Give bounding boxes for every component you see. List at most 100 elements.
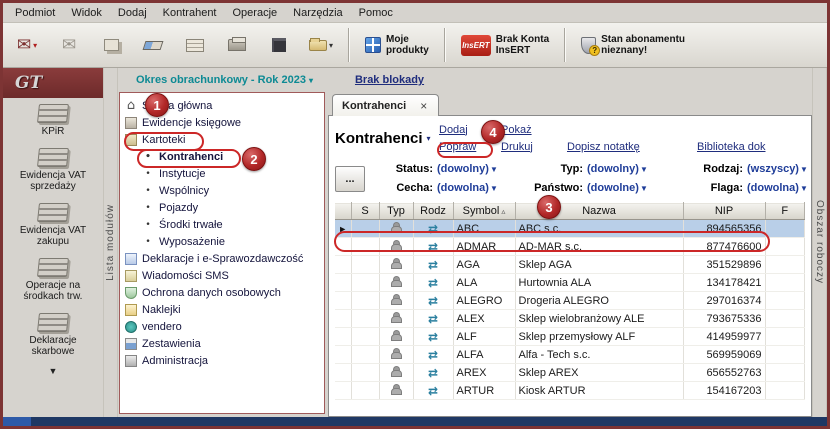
- chevron-down-icon[interactable]: ▼: [640, 184, 648, 193]
- tree-item-strona-glowna[interactable]: ⌂ Strona główna: [120, 97, 324, 114]
- link-pokaz[interactable]: Pokaż: [501, 124, 567, 136]
- tree-item-administracja[interactable]: Administracja: [120, 352, 324, 369]
- tree-item-naklejki[interactable]: Naklejki: [120, 301, 324, 318]
- filter-cecha[interactable]: Cecha:(dowolna)▼: [377, 182, 527, 194]
- copy-button[interactable]: [91, 26, 131, 64]
- tree-item-srodki-trwale[interactable]: • Środki trwałe: [120, 216, 324, 233]
- okres-obrachunkowy-link[interactable]: Okres obrachunkowy - Rok 2023 ▾: [136, 74, 313, 86]
- mail-button[interactable]: ✉: [49, 26, 89, 64]
- cell-nip: 297016374: [683, 292, 765, 310]
- link-drukuj[interactable]: Drukuj: [501, 141, 567, 153]
- tree-item-pojazdy[interactable]: • Pojazdy: [120, 199, 324, 216]
- column-typ[interactable]: Typ: [379, 203, 413, 220]
- module-deklaracje-skarbowe[interactable]: Deklaracje skarbowe: [5, 307, 101, 362]
- tree-item-wspolnicy[interactable]: • Wspólnicy: [120, 182, 324, 199]
- lista-modulow-label: Lista modułów: [105, 204, 116, 281]
- chevron-down-icon[interactable]: ▼: [800, 184, 808, 193]
- column-nazwa[interactable]: Nazwa: [515, 203, 683, 220]
- tree-item-kartoteki[interactable]: Kartoteki: [120, 131, 324, 148]
- tree-item-kontrahenci[interactable]: • Kontrahenci: [120, 148, 324, 165]
- gt-logo-text: GT: [15, 73, 42, 93]
- menu-narzedzia[interactable]: Narzędzia: [285, 5, 351, 21]
- card-file-button[interactable]: [175, 26, 215, 64]
- tree-item-zestawienia[interactable]: Zestawienia: [120, 335, 324, 352]
- chevron-down-icon[interactable]: ▾: [427, 134, 431, 143]
- modules-more-arrow[interactable]: ▼: [49, 366, 58, 376]
- filter-value[interactable]: (wszyscy): [747, 163, 799, 175]
- brak-blokady-link[interactable]: Brak blokady: [355, 74, 424, 86]
- table-row[interactable]: ⇄ AREX Sklep AREX 656552763: [335, 364, 805, 382]
- table-row[interactable]: ⇄ ALEX Sklep wielobranżowy ALE 793675336: [335, 310, 805, 328]
- stan-abonamentu-button[interactable]: ? Stan abonamentu nieznany!: [573, 26, 693, 64]
- table-row[interactable]: ⇄ ARTUR Kiosk ARTUR 154167203: [335, 382, 805, 400]
- filter-value[interactable]: (dowolne): [587, 182, 639, 194]
- link-dopisz-notatke[interactable]: Dopisz notatkę: [567, 141, 697, 153]
- obszar-roboczy-strip[interactable]: Obszar roboczy: [812, 68, 827, 417]
- link-popraw[interactable]: Popraw: [439, 141, 501, 153]
- filter-rodzaj[interactable]: Rodzaj:(wszyscy)▼: [687, 163, 812, 175]
- close-icon[interactable]: ×: [418, 99, 429, 113]
- filter-panstwo[interactable]: Państwo:(dowolne)▼: [527, 182, 687, 194]
- table-row[interactable]: ⇄ ALA Hurtownia ALA 134178421: [335, 274, 805, 292]
- table-row[interactable]: ⇄ ALF Sklep przemysłowy ALF 414959977: [335, 328, 805, 346]
- column-nip[interactable]: NIP: [683, 203, 765, 220]
- folder-export-icon: [309, 40, 327, 51]
- tree-item-ewidencje-ksiegowe[interactable]: Ewidencje księgowe: [120, 114, 324, 131]
- tree-item-ochrona-danych[interactable]: Ochrona danych osobowych: [120, 284, 324, 301]
- menu-podmiot[interactable]: Podmiot: [7, 5, 63, 21]
- print-button[interactable]: [217, 26, 257, 64]
- table-row[interactable]: ⇄ ALEGRO Drogeria ALEGRO 297016374: [335, 292, 805, 310]
- table-row[interactable]: ⇄ ALFA Alfa - Tech s.c. 569959069: [335, 346, 805, 364]
- send-mail-button[interactable]: ✉ ▾: [7, 26, 47, 64]
- tree-item-instytucje[interactable]: • Instytucje: [120, 165, 324, 182]
- cell-symbol: ALEGRO: [453, 292, 515, 310]
- package-button[interactable]: [259, 26, 299, 64]
- menu-kontrahent[interactable]: Kontrahent: [155, 5, 225, 21]
- link-dodaj[interactable]: Dodaj: [439, 124, 501, 136]
- menu-operacje[interactable]: Operacje: [225, 5, 286, 21]
- export-button[interactable]: ▾: [301, 26, 341, 64]
- table-row[interactable]: ⇄ AGA Sklep AGA 351529896: [335, 256, 805, 274]
- filter-typ[interactable]: Typ:(dowolny)▼: [527, 163, 687, 175]
- chevron-down-icon[interactable]: ▼: [490, 165, 498, 174]
- module-kpir[interactable]: KPiR: [5, 98, 101, 142]
- filter-value[interactable]: (dowolna): [747, 182, 799, 194]
- content-header: Kontrahenci ▾ Dodaj Pokaż Popraw Drukuj …: [335, 121, 805, 155]
- column-symbol[interactable]: Symbol▵: [453, 203, 515, 220]
- tree-item-wiadomosci-sms[interactable]: Wiadomości SMS: [120, 267, 324, 284]
- moje-produkty-button[interactable]: Moje produkty: [357, 26, 437, 64]
- filter-value[interactable]: (dowolny): [437, 163, 489, 175]
- filter-value[interactable]: (dowolna): [437, 182, 489, 194]
- column-selector[interactable]: [335, 203, 351, 220]
- chevron-down-icon[interactable]: ▾: [33, 41, 37, 50]
- column-rodz[interactable]: Rodz: [413, 203, 453, 220]
- menu-pomoc[interactable]: Pomoc: [351, 5, 401, 21]
- table-row[interactable]: ► ⇄ ABC ABC s.c. 894565356: [335, 220, 805, 238]
- menu-widok[interactable]: Widok: [63, 5, 110, 21]
- lista-modulow-strip[interactable]: Lista modułów: [103, 68, 118, 417]
- chevron-down-icon[interactable]: ▼: [640, 165, 648, 174]
- filter-status[interactable]: Status:(dowolny)▼: [377, 163, 527, 175]
- tree-item-vendero[interactable]: vendero: [120, 318, 324, 335]
- more-filters-button[interactable]: ...: [335, 166, 365, 192]
- filter-flaga[interactable]: Flaga:(dowolna)▼: [687, 182, 812, 194]
- module-ewidencja-vat-sprzedazy[interactable]: Ewidencja VAT sprzedaży: [5, 142, 101, 197]
- chevron-down-icon[interactable]: ▼: [800, 165, 808, 174]
- tab-kontrahenci[interactable]: Kontrahenci ×: [332, 94, 439, 116]
- module-operacje-srodki-trwale[interactable]: Operacje na środkach trw.: [5, 252, 101, 307]
- table-row[interactable]: ⇄ ADMAR AD-MAR s.c. 877476600: [335, 238, 805, 256]
- chevron-down-icon[interactable]: ▼: [490, 184, 498, 193]
- module-ewidencja-vat-zakupu[interactable]: Ewidencja VAT zakupu: [5, 197, 101, 252]
- eraser-button[interactable]: [133, 26, 173, 64]
- tree-item-wyposazenie[interactable]: • Wyposażenie: [120, 233, 324, 250]
- column-f[interactable]: F: [765, 203, 805, 220]
- chevron-down-icon[interactable]: ▾: [329, 41, 333, 50]
- menu-dodaj[interactable]: Dodaj: [110, 5, 155, 21]
- chevron-down-icon[interactable]: ▾: [309, 76, 313, 85]
- tree-item-deklaracje[interactable]: Deklaracje i e-Sprawozdawczość: [120, 250, 324, 267]
- page-title[interactable]: Kontrahenci ▾: [335, 121, 439, 155]
- filter-value[interactable]: (dowolny): [587, 163, 639, 175]
- column-s[interactable]: S: [351, 203, 379, 220]
- link-biblioteka-dokumentow[interactable]: Biblioteka dok: [697, 141, 805, 153]
- konto-insert-button[interactable]: InsERT Brak Konta InsERT: [453, 26, 557, 64]
